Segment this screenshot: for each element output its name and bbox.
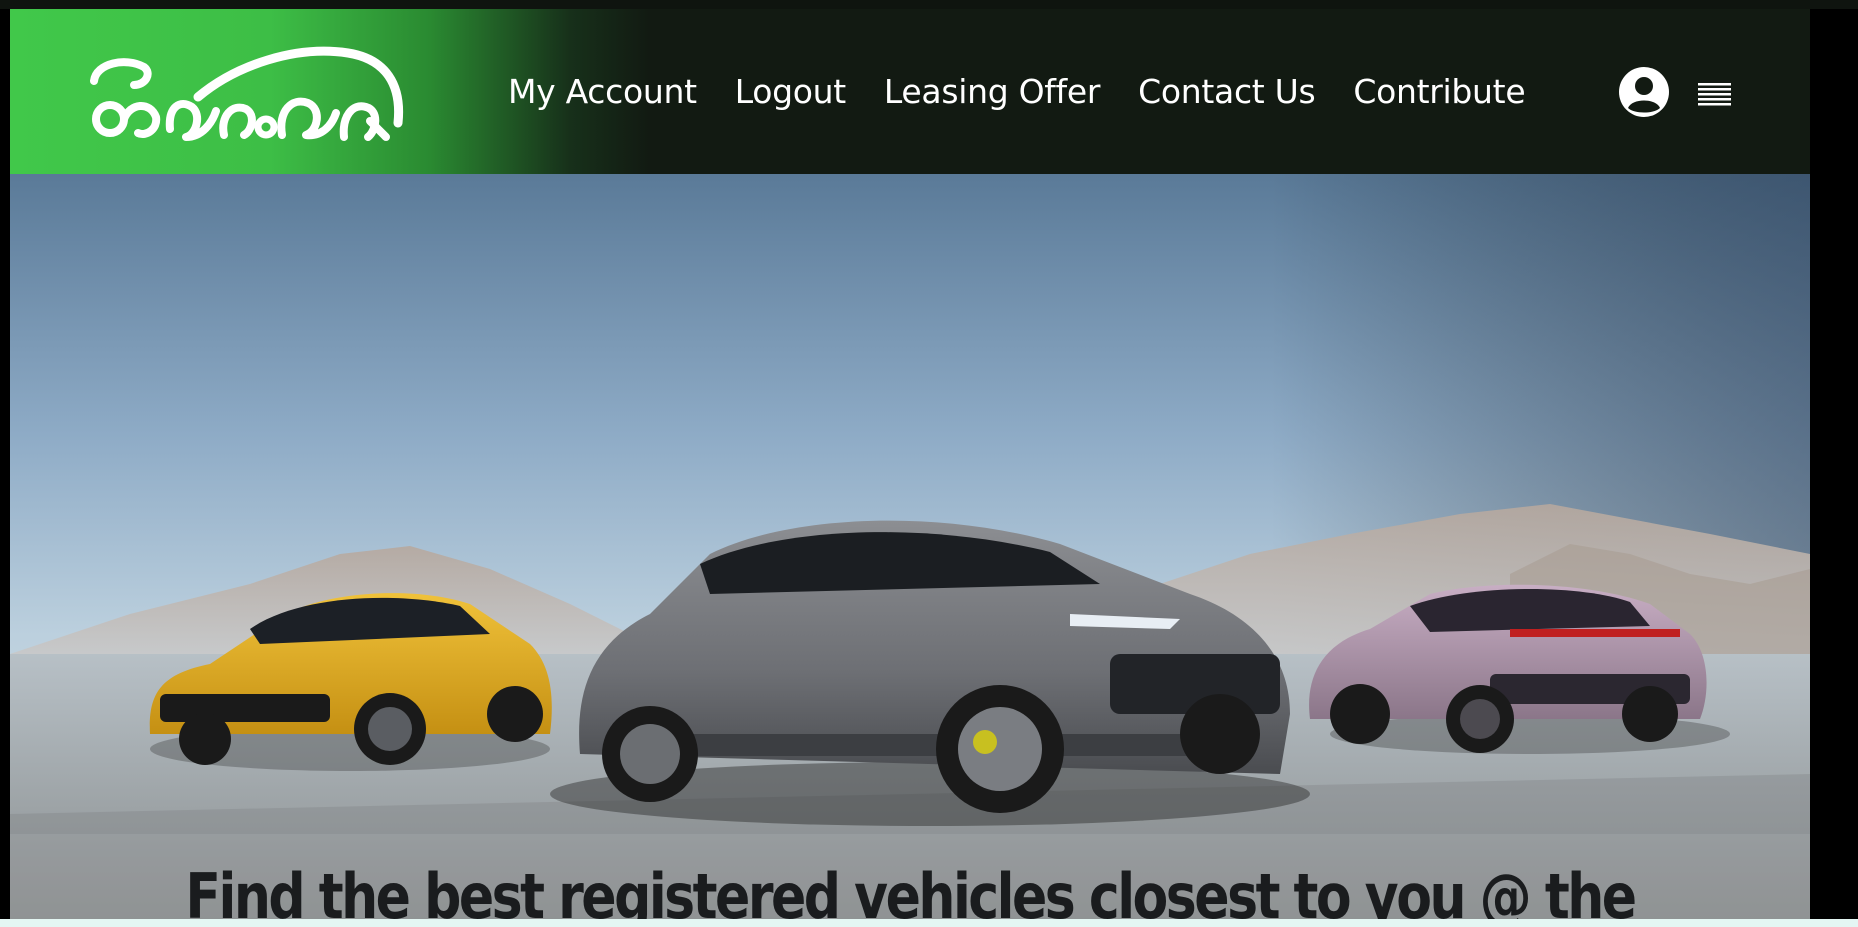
nav-contact-us[interactable]: Contact Us [1138,72,1316,111]
user-circle-icon[interactable] [1618,66,1670,118]
main-navigation: My Account Logout Leasing Offer Contact … [508,9,1563,174]
logo-wordmark-image [90,46,404,141]
hero-cars-image [10,174,1810,919]
hero-banner: Find the best registered vehicles closes… [10,174,1810,919]
nav-logout[interactable]: Logout [735,72,846,111]
nav-leasing-offer[interactable]: Leasing Offer [884,72,1101,111]
site-logo[interactable] [86,45,406,145]
site-header: My Account Logout Leasing Offer Contact … [10,9,1810,174]
top-edge [0,0,1858,9]
page: My Account Logout Leasing Offer Contact … [10,9,1810,919]
browser-viewport: My Account Logout Leasing Offer Contact … [0,0,1858,919]
hero-headline: Find the best registered vehicles closes… [185,860,1637,919]
hamburger-menu-icon[interactable] [1698,83,1731,107]
nav-my-account[interactable]: My Account [508,72,697,111]
nav-contribute[interactable]: Contribute [1353,72,1525,111]
